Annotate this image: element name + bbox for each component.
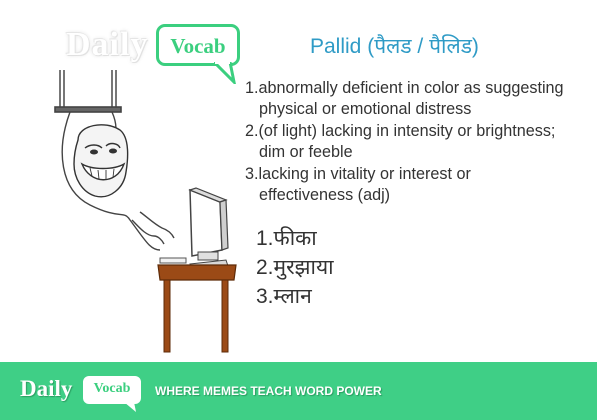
footer-daily-text: Daily [20,376,73,401]
footer-banner: Daily Vocab WHERE MEMES TEACH WORD POWER [0,362,597,420]
footer-speech-bubble-icon: Vocab [83,376,141,404]
hindi-meaning: 2.मुरझाया [256,256,334,279]
logo-daily-text: Daily [66,26,149,63]
troll-face-icon [73,124,129,198]
logo-vocab-text: Vocab [170,34,226,58]
headword: Pallid (पैलड / पैलिड) [310,35,479,58]
hindi-meaning: 3.म्लान [256,285,312,308]
hindi-meaning: 1.फीका [256,227,317,250]
footer-tagline: WHERE MEMES TEACH WORD POWER [155,384,382,398]
definition-text-cont: dim or feeble [259,143,353,161]
definition-text-cont: effectiveness (adj) [259,186,391,204]
meme-illustration [54,70,237,353]
definition-item: 3.lacking in vitality or interest or eff… [245,164,595,206]
computer-monitor-icon [188,187,229,269]
hindi-meaning-list: 1.फीका 2.मुरझाया 3.म्लान [256,224,334,311]
definition-item: 2.(of light) lacking in intensity or bri… [245,121,595,163]
definition-text: (of light) lacking in intensity or brigh… [258,122,556,140]
swing-icon [54,70,122,113]
definition-list: 1.abnormally deficient in color as sugge… [245,78,595,207]
definition-text: lacking in vitality or interest or [258,165,471,183]
definition-item: 1.abnormally deficient in color as sugge… [245,78,595,120]
definition-text-cont: physical or emotional distress [259,100,472,118]
footer-bubble-tail-icon [124,402,136,412]
definition-text: abnormally deficient in color as suggest… [258,79,564,97]
desk-icon [157,264,237,353]
footer-vocab-text: Vocab [93,381,131,396]
